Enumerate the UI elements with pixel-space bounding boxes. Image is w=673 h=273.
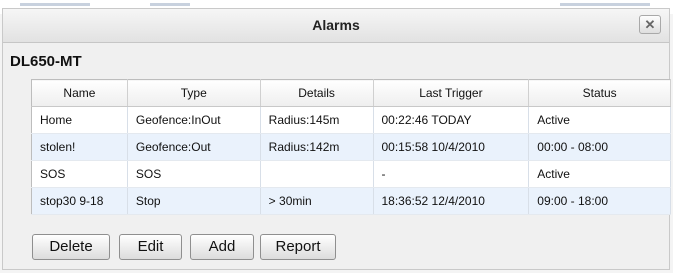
background-toolbar-fragment — [150, 3, 190, 6]
alarms-table: Name Type Details Last Trigger Status Ho… — [31, 79, 671, 215]
table-row[interactable]: Home Geofence:InOut Radius:145m 00:22:46… — [31, 106, 671, 134]
report-button[interactable]: Report — [260, 234, 336, 260]
dialog-titlebar[interactable]: Alarms ✕ — [3, 9, 669, 43]
cell-status: 00:00 - 08:00 — [528, 133, 671, 161]
cell-last-trigger: 00:15:58 10/4/2010 — [373, 133, 530, 161]
edit-button[interactable]: Edit — [119, 234, 182, 260]
background-toolbar-fragment — [20, 3, 90, 6]
column-header-details[interactable]: Details — [260, 79, 374, 107]
cell-type: Geofence:Out — [127, 133, 261, 161]
table-row[interactable]: stop30 9-18 Stop > 30min 18:36:52 12/4/2… — [31, 187, 671, 215]
cell-type: SOS — [127, 160, 261, 188]
cell-details: Radius:142m — [260, 133, 374, 161]
cell-type: Stop — [127, 187, 261, 215]
column-header-type[interactable]: Type — [127, 79, 261, 107]
device-name: DL650-MT — [10, 53, 82, 70]
cell-type: Geofence:InOut — [127, 106, 261, 134]
cell-last-trigger: 18:36:52 12/4/2010 — [373, 187, 530, 215]
cell-name: SOS — [31, 160, 128, 188]
cell-status: Active — [528, 160, 671, 188]
cell-status: Active — [528, 106, 671, 134]
add-button[interactable]: Add — [190, 234, 254, 260]
cell-status: 09:00 - 18:00 — [528, 187, 671, 215]
cell-name: stop30 9-18 — [31, 187, 128, 215]
table-row[interactable]: stolen! Geofence:Out Radius:142m 00:15:5… — [31, 133, 671, 161]
cell-last-trigger: 00:22:46 TODAY — [373, 106, 530, 134]
cell-details: Radius:145m — [260, 106, 374, 134]
close-icon: ✕ — [644, 17, 656, 32]
column-header-name[interactable]: Name — [31, 79, 128, 107]
column-header-last-trigger[interactable]: Last Trigger — [373, 79, 530, 107]
background-toolbar-fragment — [560, 3, 650, 6]
column-header-status[interactable]: Status — [528, 79, 671, 107]
cell-details: > 30min — [260, 187, 374, 215]
delete-button[interactable]: Delete — [32, 234, 110, 260]
cell-name: Home — [31, 106, 128, 134]
cell-name: stolen! — [31, 133, 128, 161]
table-row[interactable]: SOS SOS - Active — [31, 160, 671, 188]
table-header-row: Name Type Details Last Trigger Status — [31, 79, 671, 107]
alarms-dialog: Alarms ✕ DL650-MT Name Type Details Last… — [2, 8, 671, 270]
dialog-title: Alarms — [312, 17, 360, 33]
cell-details — [260, 160, 374, 188]
close-button[interactable]: ✕ — [639, 15, 661, 34]
cell-last-trigger: - — [373, 160, 530, 188]
